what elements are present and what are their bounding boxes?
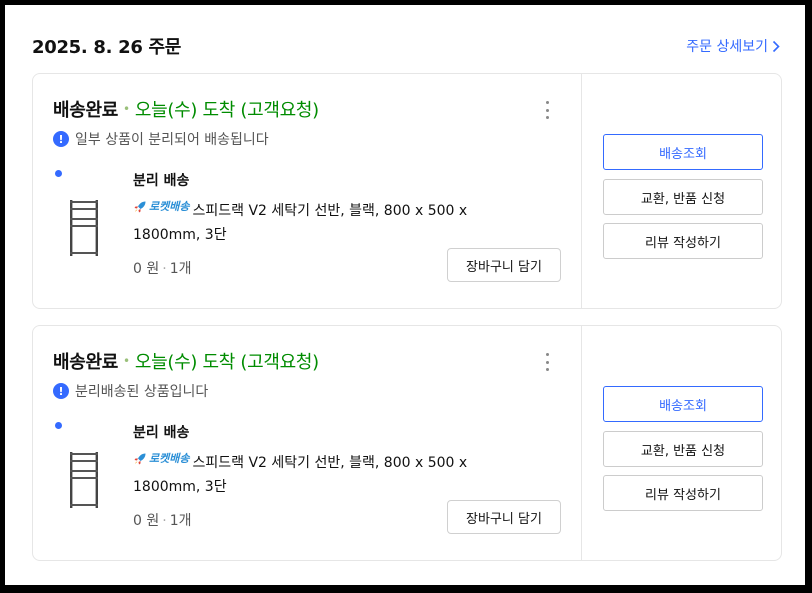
order-card-main: 배송완료 • 오늘(수) 도착 (고객요청) ! 일부 상품이 분리되어 배송됩… <box>33 74 582 308</box>
write-review-button[interactable]: 리뷰 작성하기 <box>603 475 763 511</box>
arrival-info: 오늘(수) 도착 (고객요청) <box>134 100 319 121</box>
notice-text: 일부 상품이 분리되어 배송됩니다 <box>75 132 269 148</box>
delivery-status: 배송완료 • 오늘(수) 도착 (고객요청) <box>53 348 319 374</box>
price: 0 원 <box>133 513 160 529</box>
notice-text: 분리배송된 상품입니다 <box>75 384 209 400</box>
exchange-return-button[interactable]: 교환, 반품 신청 <box>603 179 763 215</box>
exchange-return-button[interactable]: 교환, 반품 신청 <box>603 431 763 467</box>
status-label: 배송완료 <box>53 100 119 121</box>
add-to-cart-button[interactable]: 장바구니 담기 <box>447 500 561 534</box>
status-label: 배송완료 <box>53 352 119 373</box>
shipment-dot <box>55 422 62 429</box>
order-card: 배송완료 • 오늘(수) 도착 (고객요청) ! 분리배송된 상품입니다 분리 … <box>32 325 782 561</box>
quantity: 1개 <box>169 513 192 529</box>
order-date-title: 2025. 8. 26 주문 <box>32 37 182 58</box>
track-delivery-button[interactable]: 배송조회 <box>603 386 763 422</box>
delivery-status: 배송완료 • 오늘(수) 도착 (고객요청) <box>53 96 319 122</box>
quantity: 1개 <box>169 261 192 277</box>
more-vertical-icon[interactable] <box>539 352 555 372</box>
rocket-badge-label: 로켓배송 <box>149 452 190 465</box>
rocket-delivery-badge: 로켓배송 <box>133 195 189 219</box>
product-image[interactable] <box>67 450 101 510</box>
split-shipping-notice: ! 분리배송된 상품입니다 <box>53 381 208 401</box>
exclamation-circle-icon: ! <box>53 383 69 399</box>
track-delivery-button[interactable]: 배송조회 <box>603 134 763 170</box>
exclamation-circle-icon: ! <box>53 131 69 147</box>
rocket-icon <box>134 201 146 213</box>
order-card-main: 배송완료 • 오늘(수) 도착 (고객요청) ! 분리배송된 상품입니다 분리 … <box>33 326 582 560</box>
rocket-badge-label: 로켓배송 <box>149 200 190 213</box>
write-review-button[interactable]: 리뷰 작성하기 <box>603 223 763 259</box>
product-image[interactable] <box>67 198 101 258</box>
split-shipping-notice: ! 일부 상품이 분리되어 배송됩니다 <box>53 129 269 149</box>
price-quantity: 0 원 · 1개 <box>133 261 192 277</box>
order-panel: 2025. 8. 26 주문 주문 상세보기 배송완료 • 오늘(수) 도착 (… <box>5 5 805 585</box>
arrival-info: 오늘(수) 도착 (고객요청) <box>134 352 319 373</box>
more-vertical-icon[interactable] <box>539 100 555 120</box>
product-name-block[interactable]: 로켓배송 스피드랙 V2 세탁기 선반, 블랙, 800 x 500 x 180… <box>133 195 533 247</box>
order-header: 2025. 8. 26 주문 주문 상세보기 <box>32 31 780 61</box>
chevron-right-icon <box>772 40 780 52</box>
shipment-label: 분리 배송 <box>133 425 190 441</box>
add-to-cart-button[interactable]: 장바구니 담기 <box>447 248 561 282</box>
order-detail-link-label: 주문 상세보기 <box>686 39 768 55</box>
shipment-dot <box>55 170 62 177</box>
product-name-block[interactable]: 로켓배송 스피드랙 V2 세탁기 선반, 블랙, 800 x 500 x 180… <box>133 447 533 499</box>
price: 0 원 <box>133 261 160 277</box>
order-detail-link[interactable]: 주문 상세보기 <box>686 36 780 56</box>
rocket-delivery-badge: 로켓배송 <box>133 447 189 471</box>
order-card: 배송완료 • 오늘(수) 도착 (고객요청) ! 일부 상품이 분리되어 배송됩… <box>32 73 782 309</box>
status-separator-dot: • <box>123 102 130 116</box>
status-separator-dot: • <box>123 354 130 368</box>
shipment-label: 분리 배송 <box>133 173 190 189</box>
rocket-icon <box>134 453 146 465</box>
price-quantity: 0 원 · 1개 <box>133 513 192 529</box>
